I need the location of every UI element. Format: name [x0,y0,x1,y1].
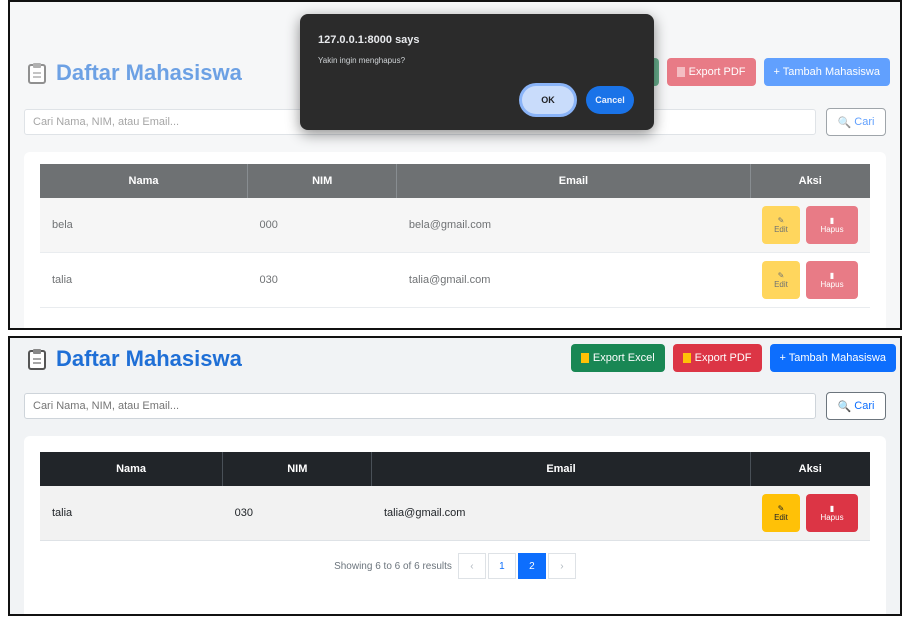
dialog-ok-button[interactable]: OK [522,86,574,114]
pencil-icon: ✎ [777,504,785,513]
add-student-button[interactable]: + Tambah Mahasiswa [769,344,896,372]
table-card: Nama NIM Email Aksi talia 030 talia@gmai… [24,436,886,614]
col-nama: Nama [40,452,223,486]
col-email: Email [371,452,750,486]
pagination-page-2[interactable]: 2 [517,553,546,579]
pagination: Showing 6 to 6 of 6 results ‹ 1 2 › [40,553,870,579]
toolbar: Export Excel Export PDF + Tambah Mahasis… [570,344,896,372]
students-table: Nama NIM Email Aksi talia 030 talia@gmai… [40,452,870,541]
delete-label: Hapus [820,513,844,522]
delete-button[interactable]: ▮ Hapus [806,494,858,532]
screenshot-top-panel: Daftar Mahasiswa Export PDF + Tambah Mah… [8,0,902,330]
pagination-prev[interactable]: ‹ [457,553,486,579]
pagination-page-1[interactable]: 1 [487,553,516,579]
cell-nim: 030 [222,486,372,541]
pagination-next[interactable]: › [547,553,576,579]
dialog-cancel-button[interactable]: Cancel [586,86,634,114]
col-aksi: Aksi [749,452,870,486]
search-button[interactable]: 🔍 Cari [826,392,886,420]
clipboard-icon [28,349,46,370]
export-excel-label: Export Excel [592,352,655,364]
search-input[interactable] [24,393,816,419]
page-title-text: Daftar Mahasiswa [56,346,242,371]
cell-nama: talia [40,486,223,541]
export-pdf-button[interactable]: Export PDF [672,344,762,372]
pagination-summary: Showing 6 to 6 of 6 results [334,560,452,572]
add-student-label: + Tambah Mahasiswa [779,352,887,364]
dialog-message: Yakin ingin menghapus? [318,56,406,65]
dialog-title: 127.0.0.1:8000 says [318,34,420,46]
pdf-icon [682,353,691,363]
search-button-label: Cari [854,400,875,412]
edit-label: Edit [774,513,788,522]
col-nim: NIM [222,452,372,486]
excel-icon [580,353,589,363]
page-title: Daftar Mahasiswa [28,346,242,372]
edit-button[interactable]: ✎ Edit [762,494,800,532]
screenshot-bottom-panel: Daftar Mahasiswa Export Excel Export PDF… [8,336,902,616]
trash-icon: ▮ [829,504,835,513]
table-row: talia 030 talia@gmail.com ✎ Edit ▮ Hapus [40,486,870,541]
cell-aksi: ✎ Edit ▮ Hapus [750,486,870,541]
export-pdf-label: Export PDF [694,352,752,364]
search-row: 🔍 Cari [24,392,886,420]
cell-email: talia@gmail.com [371,486,750,541]
alert-dialog: 127.0.0.1:8000 says Yakin ingin menghapu… [300,14,654,130]
export-excel-button[interactable]: Export Excel [570,344,665,372]
search-icon: 🔍 [837,400,852,413]
